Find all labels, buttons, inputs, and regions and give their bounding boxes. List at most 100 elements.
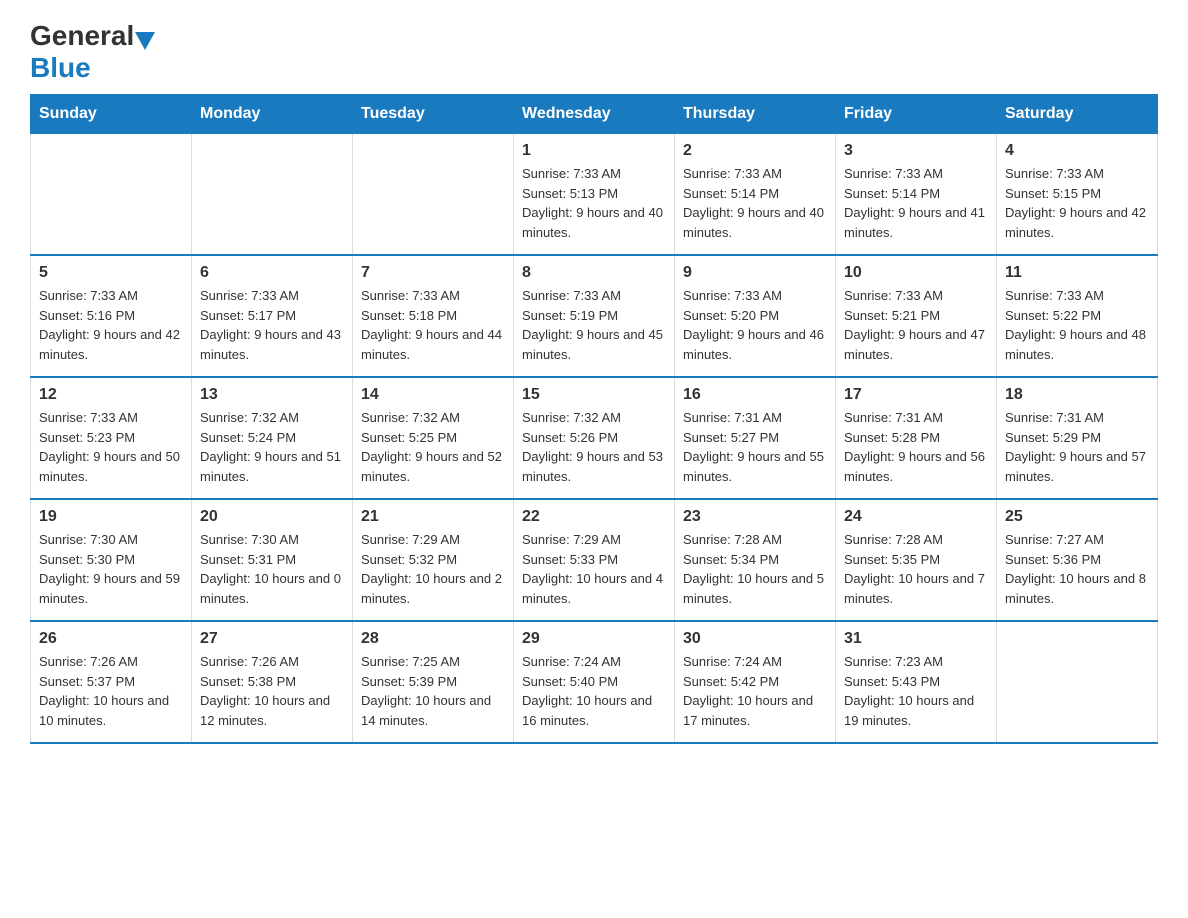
- day-info: Sunrise: 7:28 AM Sunset: 5:34 PM Dayligh…: [683, 530, 827, 608]
- day-number: 9: [683, 264, 827, 282]
- weekday-header-row: SundayMondayTuesdayWednesdayThursdayFrid…: [31, 95, 1158, 134]
- day-number: 27: [200, 630, 344, 648]
- calendar-cell: 10 Sunrise: 7:33 AM Sunset: 5:21 PM Dayli…: [836, 255, 997, 377]
- weekday-header-saturday: Saturday: [997, 95, 1158, 134]
- calendar-cell: 31 Sunrise: 7:23 AM Sunset: 5:43 PM Dayli…: [836, 621, 997, 743]
- logo-general-part: General: [30, 20, 134, 52]
- day-number: 19: [39, 508, 183, 526]
- day-number: 2: [683, 142, 827, 160]
- day-info: Sunrise: 7:29 AM Sunset: 5:33 PM Dayligh…: [522, 530, 666, 608]
- day-info: Sunrise: 7:32 AM Sunset: 5:24 PM Dayligh…: [200, 408, 344, 486]
- calendar-cell: 17 Sunrise: 7:31 AM Sunset: 5:28 PM Dayli…: [836, 377, 997, 499]
- day-number: 11: [1005, 264, 1149, 282]
- day-number: 25: [1005, 508, 1149, 526]
- calendar-cell: [31, 134, 192, 256]
- calendar-cell: 26Sunrise: 7:26 AM Sunset: 5:37 PM Dayli…: [31, 621, 192, 743]
- calendar-week-row: 1Sunrise: 7:33 AM Sunset: 5:13 PM Daylig…: [31, 134, 1158, 256]
- day-info: Sunrise: 7:29 AM Sunset: 5:32 PM Dayligh…: [361, 530, 505, 608]
- calendar-cell: 24 Sunrise: 7:28 AM Sunset: 5:35 PM Dayli…: [836, 499, 997, 621]
- calendar-cell: 27 Sunrise: 7:26 AM Sunset: 5:38 PM Dayli…: [192, 621, 353, 743]
- day-info: Sunrise: 7:27 AM Sunset: 5:36 PM Dayligh…: [1005, 530, 1149, 608]
- day-number: 17: [844, 386, 988, 404]
- day-info: Sunrise: 7:33 AM Sunset: 5:14 PM Dayligh…: [683, 164, 827, 242]
- logo-row: General: [30, 20, 156, 52]
- day-number: 24: [844, 508, 988, 526]
- day-info: Sunrise: 7:31 AM Sunset: 5:28 PM Dayligh…: [844, 408, 988, 486]
- calendar-cell: 5Sunrise: 7:33 AM Sunset: 5:16 PM Daylig…: [31, 255, 192, 377]
- day-number: 6: [200, 264, 344, 282]
- weekday-header-friday: Friday: [836, 95, 997, 134]
- calendar-cell: 29 Sunrise: 7:24 AM Sunset: 5:40 PM Dayli…: [514, 621, 675, 743]
- calendar-week-row: 19 Sunrise: 7:30 AM Sunset: 5:30 PM Dayli…: [31, 499, 1158, 621]
- day-info: Sunrise: 7:33 AM Sunset: 5:20 PM Dayligh…: [683, 286, 827, 364]
- calendar-cell: 8 Sunrise: 7:33 AM Sunset: 5:19 PM Daylig…: [514, 255, 675, 377]
- day-number: 28: [361, 630, 505, 648]
- day-info: Sunrise: 7:33 AM Sunset: 5:23 PM Dayligh…: [39, 408, 183, 486]
- day-number: 4: [1005, 142, 1149, 160]
- day-info: Sunrise: 7:24 AM Sunset: 5:42 PM Dayligh…: [683, 652, 827, 730]
- calendar-cell: 9 Sunrise: 7:33 AM Sunset: 5:20 PM Daylig…: [675, 255, 836, 377]
- calendar-body: 1Sunrise: 7:33 AM Sunset: 5:13 PM Daylig…: [31, 134, 1158, 744]
- day-info: Sunrise: 7:26 AM Sunset: 5:38 PM Dayligh…: [200, 652, 344, 730]
- calendar-cell: [353, 134, 514, 256]
- day-info: Sunrise: 7:30 AM Sunset: 5:30 PM Dayligh…: [39, 530, 183, 608]
- calendar-cell: 25 Sunrise: 7:27 AM Sunset: 5:36 PM Dayli…: [997, 499, 1158, 621]
- day-number: 29: [522, 630, 666, 648]
- calendar-cell: 12Sunrise: 7:33 AM Sunset: 5:23 PM Dayli…: [31, 377, 192, 499]
- logo-triangle-icon: [135, 32, 155, 50]
- calendar-cell: 14 Sunrise: 7:32 AM Sunset: 5:25 PM Dayli…: [353, 377, 514, 499]
- day-number: 14: [361, 386, 505, 404]
- day-info: Sunrise: 7:33 AM Sunset: 5:19 PM Dayligh…: [522, 286, 666, 364]
- weekday-header-tuesday: Tuesday: [353, 95, 514, 134]
- logo: General Blue: [30, 20, 156, 84]
- day-info: Sunrise: 7:31 AM Sunset: 5:27 PM Dayligh…: [683, 408, 827, 486]
- weekday-header-sunday: Sunday: [31, 95, 192, 134]
- calendar-cell: 20 Sunrise: 7:30 AM Sunset: 5:31 PM Dayli…: [192, 499, 353, 621]
- day-info: Sunrise: 7:33 AM Sunset: 5:22 PM Dayligh…: [1005, 286, 1149, 364]
- day-number: 26: [39, 630, 183, 648]
- calendar-week-row: 26Sunrise: 7:26 AM Sunset: 5:37 PM Dayli…: [31, 621, 1158, 743]
- calendar-cell: 1Sunrise: 7:33 AM Sunset: 5:13 PM Daylig…: [514, 134, 675, 256]
- day-number: 16: [683, 386, 827, 404]
- day-info: Sunrise: 7:31 AM Sunset: 5:29 PM Dayligh…: [1005, 408, 1149, 486]
- calendar-cell: 7Sunrise: 7:33 AM Sunset: 5:18 PM Daylig…: [353, 255, 514, 377]
- calendar-cell: 30Sunrise: 7:24 AM Sunset: 5:42 PM Dayli…: [675, 621, 836, 743]
- calendar-cell: 3 Sunrise: 7:33 AM Sunset: 5:14 PM Daylig…: [836, 134, 997, 256]
- day-number: 15: [522, 386, 666, 404]
- day-number: 18: [1005, 386, 1149, 404]
- day-info: Sunrise: 7:25 AM Sunset: 5:39 PM Dayligh…: [361, 652, 505, 730]
- calendar-cell: 18 Sunrise: 7:31 AM Sunset: 5:29 PM Dayli…: [997, 377, 1158, 499]
- calendar-cell: 23Sunrise: 7:28 AM Sunset: 5:34 PM Dayli…: [675, 499, 836, 621]
- day-info: Sunrise: 7:33 AM Sunset: 5:14 PM Dayligh…: [844, 164, 988, 242]
- calendar-cell: 19 Sunrise: 7:30 AM Sunset: 5:30 PM Dayli…: [31, 499, 192, 621]
- day-info: Sunrise: 7:32 AM Sunset: 5:25 PM Dayligh…: [361, 408, 505, 486]
- calendar-cell: 2 Sunrise: 7:33 AM Sunset: 5:14 PM Daylig…: [675, 134, 836, 256]
- calendar-week-row: 5Sunrise: 7:33 AM Sunset: 5:16 PM Daylig…: [31, 255, 1158, 377]
- logo-blue-row: Blue: [30, 52, 91, 84]
- day-info: Sunrise: 7:23 AM Sunset: 5:43 PM Dayligh…: [844, 652, 988, 730]
- day-number: 20: [200, 508, 344, 526]
- logo-blue-part: Blue: [30, 52, 91, 83]
- day-info: Sunrise: 7:33 AM Sunset: 5:13 PM Dayligh…: [522, 164, 666, 242]
- day-info: Sunrise: 7:30 AM Sunset: 5:31 PM Dayligh…: [200, 530, 344, 608]
- calendar-cell: 11 Sunrise: 7:33 AM Sunset: 5:22 PM Dayli…: [997, 255, 1158, 377]
- calendar-cell: [192, 134, 353, 256]
- day-number: 13: [200, 386, 344, 404]
- day-number: 21: [361, 508, 505, 526]
- calendar-cell: 4 Sunrise: 7:33 AM Sunset: 5:15 PM Daylig…: [997, 134, 1158, 256]
- day-number: 31: [844, 630, 988, 648]
- page-header: General Blue: [30, 20, 1158, 84]
- day-number: 3: [844, 142, 988, 160]
- day-info: Sunrise: 7:24 AM Sunset: 5:40 PM Dayligh…: [522, 652, 666, 730]
- day-info: Sunrise: 7:28 AM Sunset: 5:35 PM Dayligh…: [844, 530, 988, 608]
- calendar-cell: 28 Sunrise: 7:25 AM Sunset: 5:39 PM Dayli…: [353, 621, 514, 743]
- day-number: 8: [522, 264, 666, 282]
- day-info: Sunrise: 7:33 AM Sunset: 5:21 PM Dayligh…: [844, 286, 988, 364]
- weekday-header-thursday: Thursday: [675, 95, 836, 134]
- day-number: 7: [361, 264, 505, 282]
- calendar-table: SundayMondayTuesdayWednesdayThursdayFrid…: [30, 94, 1158, 744]
- day-info: Sunrise: 7:33 AM Sunset: 5:15 PM Dayligh…: [1005, 164, 1149, 242]
- day-number: 10: [844, 264, 988, 282]
- calendar-cell: 13 Sunrise: 7:32 AM Sunset: 5:24 PM Dayli…: [192, 377, 353, 499]
- calendar-cell: 6Sunrise: 7:33 AM Sunset: 5:17 PM Daylig…: [192, 255, 353, 377]
